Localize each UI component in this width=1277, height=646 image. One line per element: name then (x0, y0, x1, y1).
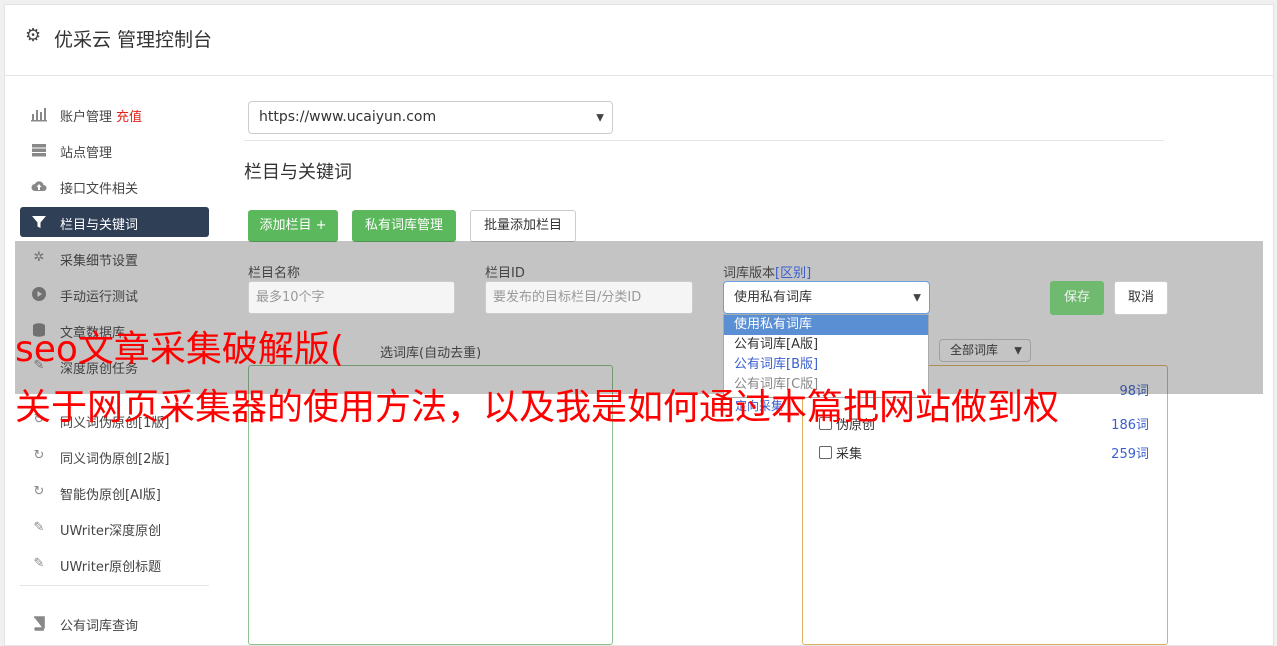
sidebar-item-label: UWriter原创标题 (60, 560, 162, 575)
chevron-down-icon: ▼ (596, 112, 604, 123)
sidebar-item-uwriter-title[interactable]: ✎ UWriter原创标题 (20, 549, 209, 579)
sidebar-item-label: 同义词伪原创[2版] (60, 452, 170, 467)
diff-link[interactable]: [区别] (775, 266, 811, 281)
sidebar-item-label: UWriter深度原创 (60, 524, 162, 539)
lib-version-dropdown[interactable]: 使用私有词库 公有词库[A版] 公有词库[B版] 公有词库[C版] (723, 314, 929, 398)
gear-icon: ⚙ (25, 25, 42, 46)
sidebar-item-account[interactable]: 账户管理 充值 (20, 99, 209, 129)
chevron-down-icon: ▼ (913, 292, 921, 303)
section-title: 栏目与关键词 (244, 162, 352, 183)
lib-version-label: 词库版本[区别] (723, 262, 811, 281)
sidebar-item-interface[interactable]: 接口文件相关 (20, 171, 209, 201)
column-name-label: 栏目名称 (248, 266, 301, 281)
lib-item-count: 259词 (1111, 447, 1149, 462)
sidebar-item-label: 智能伪原创[AI版] (60, 488, 161, 503)
site-select[interactable]: https://www.ucaiyun.com ▼ (248, 101, 613, 134)
server-icon (31, 142, 47, 158)
book-icon (31, 615, 47, 631)
sidebar-item-label: 站点管理 (60, 146, 113, 161)
lib-version-value: 使用私有词库 (734, 290, 813, 305)
lib-item-label: 采集 (836, 447, 863, 462)
sidebar-item-synonym-v2[interactable]: ↻ 同义词伪原创[2版] (20, 441, 209, 471)
save-button[interactable]: 保存 (1050, 281, 1104, 315)
page-header: ⚙ 优采云 管理控制台 (5, 5, 1273, 76)
private-lib-button[interactable]: 私有词库管理 (352, 210, 456, 242)
sidebar-item-columns[interactable]: 栏目与关键词 (20, 207, 209, 237)
lib-version-select[interactable]: 使用私有词库 ▼ (723, 281, 930, 314)
dropdown-option[interactable]: 公有词库[A版] (724, 335, 928, 355)
watermark-line-1: seo文章采集破解版( (15, 329, 344, 370)
sidebar-item-public-lib[interactable]: 公有词库查询 (20, 608, 209, 638)
lib-item-count: 186词 (1111, 418, 1149, 433)
dropdown-option[interactable]: 公有词库[B版] (724, 355, 928, 375)
dropdown-option[interactable]: 使用私有词库 (724, 315, 928, 335)
sidebar-item-label: 接口文件相关 (60, 182, 139, 197)
recharge-link[interactable]: 充值 (116, 110, 142, 125)
filter-icon (31, 214, 47, 230)
refresh-icon: ↻ (33, 484, 45, 499)
batch-add-button[interactable]: 批量添加栏目 (470, 210, 576, 242)
bar-chart-icon (31, 106, 47, 122)
sidebar-item-ai-pseudo[interactable]: ↻ 智能伪原创[AI版] (20, 477, 209, 507)
add-column-button[interactable]: 添加栏目 + (248, 210, 338, 242)
sidebar-item-sites[interactable]: 站点管理 (20, 135, 209, 165)
form-overlay (15, 241, 1263, 394)
lib-item[interactable]: 采集 (819, 443, 862, 462)
column-name-input[interactable]: 最多10个字 (248, 281, 455, 314)
sidebar-item-label: 账户管理 (60, 110, 113, 125)
sidebar-item-uwriter-deep[interactable]: ✎ UWriter深度原创 (20, 513, 209, 543)
sidebar-divider (20, 585, 209, 586)
sidebar-item-label: 栏目与关键词 (60, 218, 139, 233)
cloud-upload-icon (31, 178, 47, 194)
edit-icon: ✎ (33, 520, 45, 535)
refresh-icon: ↻ (33, 448, 45, 463)
site-select-value: https://www.ucaiyun.com (259, 109, 437, 125)
column-id-label: 栏目ID (485, 266, 525, 281)
divider (244, 140, 1164, 141)
checkbox[interactable] (819, 446, 832, 459)
page-title: 优采云 管理控制台 (54, 29, 213, 51)
column-id-input[interactable]: 要发布的目标栏目/分类ID (485, 281, 693, 314)
lib-version-label-text: 词库版本 (723, 266, 776, 281)
watermark-line-2: 关于网页采集器的使用方法，以及我是如何通过本篇把网站做到权 (15, 387, 1060, 428)
cancel-button[interactable]: 取消 (1114, 281, 1168, 315)
edit-icon: ✎ (33, 556, 45, 571)
sidebar-item-label: 公有词库查询 (60, 619, 139, 634)
